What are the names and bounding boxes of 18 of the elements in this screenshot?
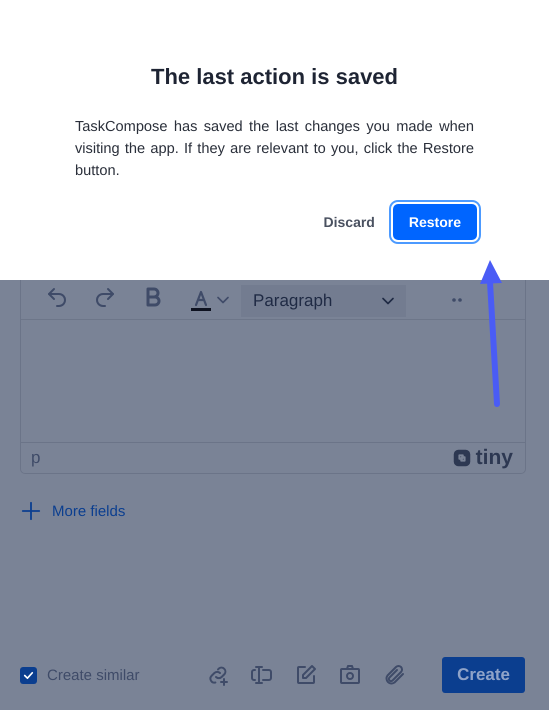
camera-icon xyxy=(338,663,362,687)
create-similar-label: Create similar xyxy=(47,666,140,684)
more-icon xyxy=(452,298,462,302)
dialog-message: TaskCompose has saved the last changes you made when visiting the app. If they are relevant to you, click the Restore button. xyxy=(75,118,474,181)
discard-button[interactable]: Discard xyxy=(318,206,381,238)
more-fields-button[interactable]: More fields xyxy=(20,500,126,522)
redo-icon xyxy=(93,285,117,309)
plus-icon xyxy=(20,500,42,522)
dialog-title: The last action is saved xyxy=(150,64,399,90)
edit-icon xyxy=(294,663,318,687)
text-field-icon xyxy=(250,663,274,687)
undo-icon xyxy=(45,285,69,309)
brand-logo: tiny xyxy=(476,446,513,470)
create-similar-checkbox[interactable] xyxy=(20,666,37,684)
restore-button[interactable]: Restore xyxy=(392,204,477,240)
element-path: p xyxy=(31,448,40,468)
block-format-dropdown[interactable]: Paragraph xyxy=(241,284,406,316)
create-button[interactable]: Create xyxy=(442,657,525,693)
